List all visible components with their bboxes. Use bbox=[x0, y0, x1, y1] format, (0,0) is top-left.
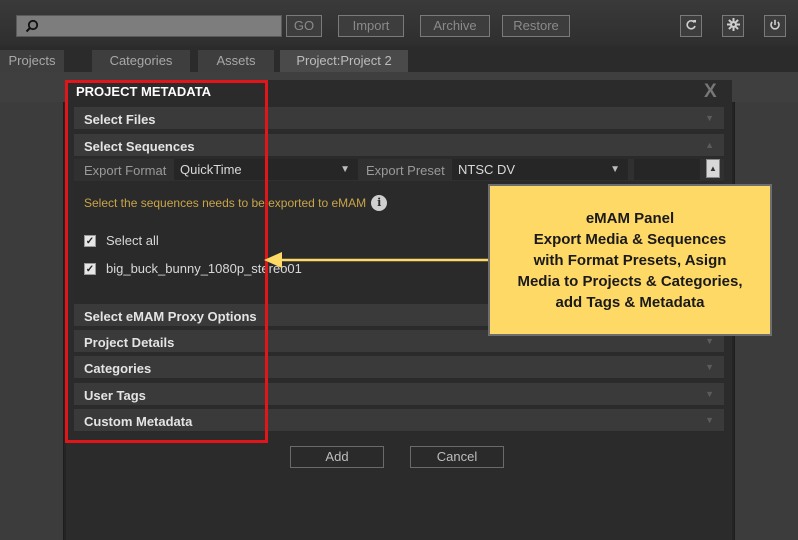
go-button[interactable]: GO bbox=[286, 15, 322, 37]
tab-assets[interactable]: Assets bbox=[198, 50, 274, 72]
tab-projects[interactable]: Projects bbox=[0, 50, 64, 72]
annotation-line: with Format Presets, Asign bbox=[533, 251, 727, 269]
tab-categories[interactable]: Categories bbox=[92, 50, 190, 72]
power-button[interactable] bbox=[764, 15, 786, 37]
annotation-line: Export Media & Sequences bbox=[533, 230, 727, 248]
chevron-up-icon: ▲ bbox=[705, 140, 714, 150]
scroll-up-icon[interactable]: ▲ bbox=[706, 159, 720, 178]
add-button[interactable]: Add bbox=[290, 446, 384, 468]
tab-project-2[interactable]: Project:Project 2 bbox=[280, 50, 408, 72]
close-icon[interactable]: X bbox=[704, 82, 720, 102]
refresh-icon bbox=[685, 19, 697, 34]
power-icon bbox=[769, 19, 781, 34]
chevron-down-icon: ▼ bbox=[705, 336, 714, 346]
import-button[interactable]: Import bbox=[338, 15, 404, 37]
info-icon[interactable]: i bbox=[371, 195, 388, 211]
annotation-line: add Tags & Metadata bbox=[555, 293, 705, 311]
settings-button[interactable] bbox=[722, 15, 744, 37]
tab-bar: Projects Categories Assets Project:Proje… bbox=[0, 46, 798, 72]
annotation-line: eMAM Panel bbox=[585, 209, 675, 227]
export-preset-value: NTSC DV bbox=[458, 162, 516, 177]
restore-button[interactable]: Restore bbox=[502, 15, 570, 37]
search-icon bbox=[25, 19, 39, 33]
chevron-down-icon: ▼ bbox=[705, 415, 714, 425]
chevron-down-icon: ▼ bbox=[705, 362, 714, 372]
highlight-box bbox=[65, 80, 268, 443]
export-preset-label: Export Preset bbox=[366, 163, 445, 178]
cancel-button[interactable]: Cancel bbox=[410, 446, 504, 468]
archive-button[interactable]: Archive bbox=[420, 15, 490, 37]
chevron-down-icon: ▼ bbox=[705, 113, 714, 123]
annotation-line: Media to Projects & Categories, bbox=[517, 272, 743, 290]
top-toolbar: GO Import Archive Restore bbox=[0, 0, 798, 46]
gear-icon bbox=[726, 18, 740, 34]
callout-arrow bbox=[264, 252, 492, 268]
export-preset-select[interactable]: NTSC DV ▼ bbox=[452, 159, 628, 180]
left-panel bbox=[0, 102, 64, 540]
dropdown-arrow-icon: ▼ bbox=[340, 164, 350, 175]
chevron-down-icon: ▼ bbox=[705, 389, 714, 399]
refresh-button[interactable] bbox=[680, 15, 702, 37]
search-input[interactable] bbox=[16, 15, 282, 37]
dropdown-arrow-icon: ▼ bbox=[610, 164, 620, 175]
preset-extra-field[interactable] bbox=[634, 159, 700, 180]
annotation-callout: eMAM Panel Export Media & Sequences with… bbox=[488, 184, 772, 336]
